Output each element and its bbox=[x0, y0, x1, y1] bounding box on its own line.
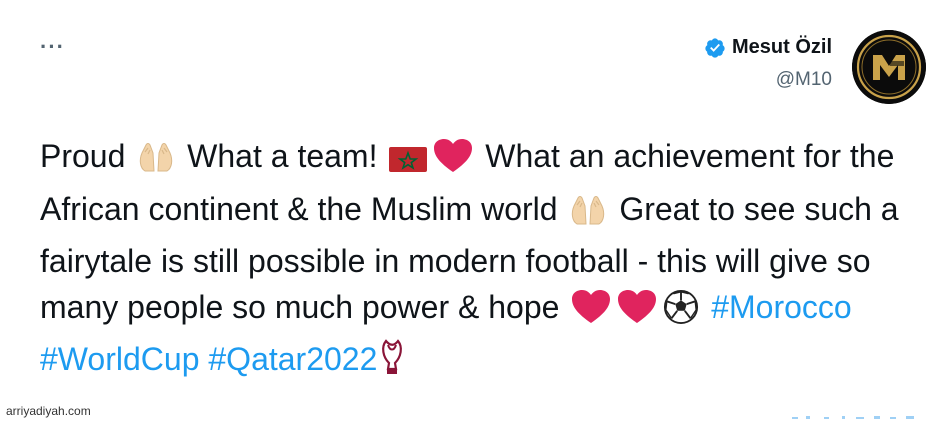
hashtag-link[interactable]: #Morocco bbox=[711, 289, 852, 325]
praying-hands-icon bbox=[136, 140, 176, 187]
hashtag-link[interactable]: #WorldCup bbox=[40, 341, 199, 377]
faint-metadata-row bbox=[790, 408, 920, 419]
avatar[interactable] bbox=[852, 30, 926, 104]
tweet-text-run: Proud bbox=[40, 138, 135, 174]
watermark-text: arriyadiyah.com bbox=[6, 404, 91, 418]
tweet-text: Proud What a team! What an achievement f… bbox=[40, 134, 920, 390]
praying-hands-icon bbox=[568, 193, 608, 240]
tweet-text-run: What a team! bbox=[178, 138, 387, 174]
tweet-text-run bbox=[702, 289, 711, 325]
morocco-flag-icon bbox=[388, 141, 428, 187]
tweet-card: ··· Mesut Özil @M10 Proud What a team! W… bbox=[0, 0, 950, 422]
hashtag-link[interactable]: #Qatar2022 bbox=[208, 341, 377, 377]
red-heart-icon bbox=[570, 289, 612, 338]
verified-badge-icon bbox=[704, 37, 726, 59]
world-cup-trophy-icon bbox=[379, 337, 405, 390]
more-options-button[interactable]: ··· bbox=[40, 36, 65, 58]
soccer-ball-icon bbox=[662, 289, 700, 338]
m10-logo-icon bbox=[852, 30, 926, 104]
red-heart-icon bbox=[432, 138, 474, 187]
red-heart-icon bbox=[616, 289, 658, 338]
author-handle[interactable]: @M10 bbox=[704, 69, 832, 91]
author-block[interactable]: Mesut Özil @M10 bbox=[704, 36, 832, 91]
right-edge bbox=[936, 0, 950, 422]
author-display-name[interactable]: Mesut Özil bbox=[732, 36, 832, 59]
name-row: Mesut Özil bbox=[704, 36, 832, 59]
